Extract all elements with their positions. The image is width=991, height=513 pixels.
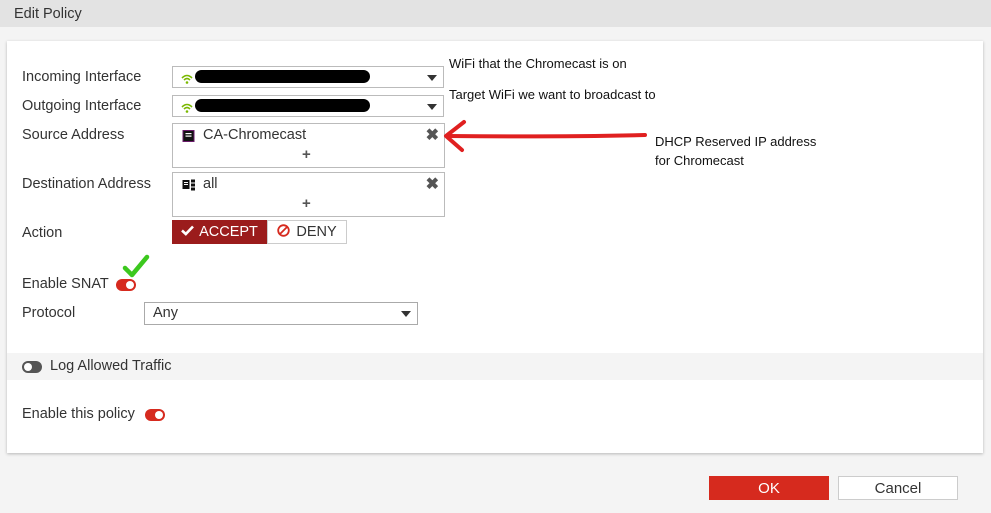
checkmark-icon bbox=[181, 224, 195, 240]
log-allowed-traffic-label: Log Allowed Traffic bbox=[50, 358, 172, 374]
add-destination-address-button[interactable]: + bbox=[302, 195, 311, 212]
log-allowed-traffic-toggle[interactable] bbox=[22, 361, 42, 373]
chevron-down-icon bbox=[401, 311, 411, 317]
dialog-title: Edit Policy bbox=[14, 6, 82, 22]
protocol-value: Any bbox=[153, 305, 178, 321]
annotation-incoming-note: WiFi that the Chromecast is on bbox=[449, 56, 627, 71]
wifi-icon bbox=[181, 71, 193, 87]
accept-button[interactable]: ACCEPT bbox=[172, 220, 267, 244]
address-group-icon bbox=[182, 178, 196, 194]
chevron-down-icon bbox=[427, 75, 437, 81]
add-source-address-button[interactable]: + bbox=[302, 146, 311, 163]
deny-button[interactable]: DENY bbox=[267, 220, 347, 244]
annotation-source-note-line1: DHCP Reserved IP address bbox=[655, 134, 817, 149]
outgoing-interface-label: Outgoing Interface bbox=[22, 98, 142, 114]
deny-icon bbox=[277, 223, 291, 241]
source-address-field[interactable]: CA-Chromecast ✖ + bbox=[172, 123, 445, 168]
annotation-source-note-line2: for Chromecast bbox=[655, 153, 744, 168]
destination-address-label: Destination Address bbox=[22, 176, 151, 192]
ok-button[interactable]: OK bbox=[709, 476, 829, 500]
wifi-icon bbox=[181, 100, 193, 116]
accept-label: ACCEPT bbox=[199, 224, 258, 240]
redacted-value bbox=[195, 70, 370, 83]
action-label: Action bbox=[22, 225, 63, 241]
policy-form-card bbox=[7, 41, 983, 453]
outgoing-interface-select[interactable] bbox=[172, 95, 444, 117]
redacted-value bbox=[195, 99, 370, 112]
destination-address-item: all bbox=[203, 176, 218, 192]
destination-address-field[interactable]: all ✖ + bbox=[172, 172, 445, 217]
enable-snat-label: Enable SNAT bbox=[22, 276, 109, 292]
source-address-item: CA-Chromecast bbox=[203, 127, 307, 143]
chevron-down-icon bbox=[427, 104, 437, 110]
address-icon bbox=[182, 129, 195, 145]
protocol-label: Protocol bbox=[22, 305, 76, 321]
protocol-select[interactable]: Any bbox=[144, 302, 418, 325]
deny-label: DENY bbox=[296, 224, 337, 240]
dialog-header: Edit Policy bbox=[0, 0, 991, 27]
annotation-outgoing-note: Target WiFi we want to broadcast to bbox=[449, 87, 656, 102]
remove-icon[interactable]: ✖ bbox=[426, 125, 439, 145]
incoming-interface-label: Incoming Interface bbox=[22, 69, 142, 85]
remove-icon[interactable]: ✖ bbox=[426, 174, 439, 194]
source-address-label: Source Address bbox=[22, 127, 125, 143]
enable-policy-label: Enable this policy bbox=[22, 406, 135, 422]
annotation-checkmark-icon bbox=[122, 254, 150, 281]
cancel-button[interactable]: Cancel bbox=[838, 476, 958, 500]
enable-policy-toggle[interactable] bbox=[145, 409, 165, 421]
annotation-arrow-icon bbox=[440, 118, 650, 157]
incoming-interface-select[interactable] bbox=[172, 66, 444, 88]
